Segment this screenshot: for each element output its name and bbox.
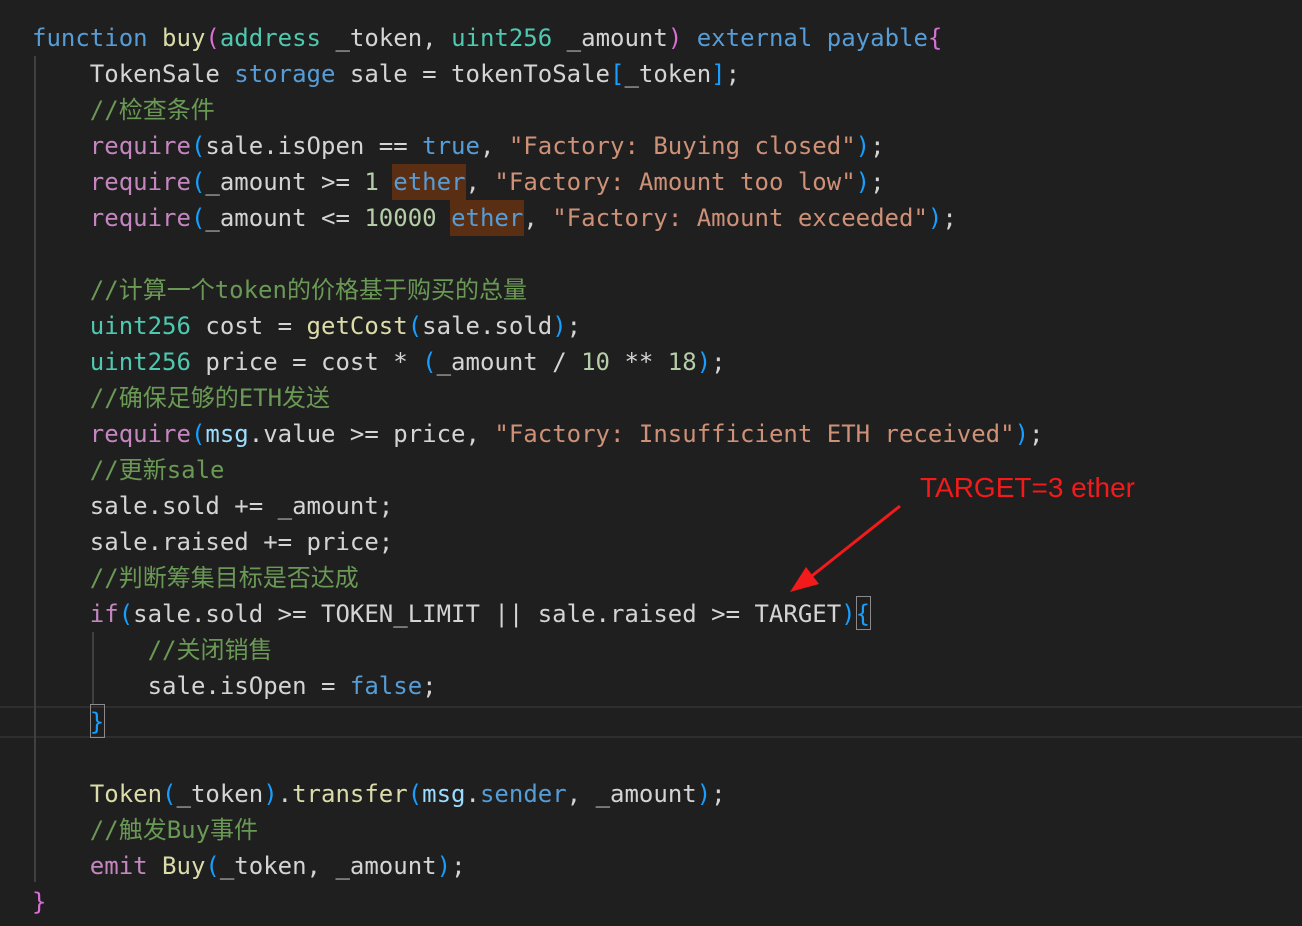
annotation-arrow-icon — [790, 504, 901, 592]
code-editor[interactable]: function buy(address _token, uint256 _am… — [0, 0, 1302, 926]
